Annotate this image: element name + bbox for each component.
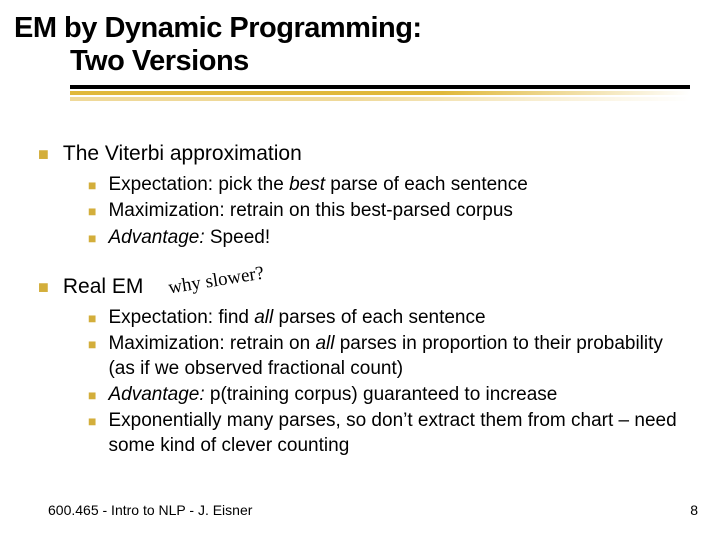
text-fragment: Expectation: find: [108, 307, 254, 328]
section2-sublist: ■ Expectation: find all parses of each s…: [38, 306, 690, 458]
bullet-icon: ■: [88, 306, 96, 330]
section1-heading-text: The Viterbi approximation: [63, 141, 302, 167]
item-text: Advantage: p(training corpus) guaranteed…: [108, 383, 690, 407]
text-emphasis: best: [289, 174, 325, 195]
section2-block: ■ Real EM why slower?: [38, 274, 690, 300]
section2-heading-text: Real EM: [63, 274, 144, 300]
list-item: ■ Advantage: Speed!: [88, 226, 690, 250]
item-text: Maximization: retrain on all parses in p…: [108, 332, 690, 381]
text-fragment: parse of each sentence: [325, 174, 528, 195]
text-fragment: p(training corpus) guaranteed to increas…: [205, 384, 558, 405]
slide-number: 8: [690, 502, 698, 518]
text-fragment: parses of each sentence: [273, 307, 485, 328]
list-item: ■ Maximization: retrain on this best-par…: [88, 199, 690, 223]
text-fragment: Speed!: [205, 227, 271, 248]
item-text: Maximization: retrain on this best-parse…: [108, 199, 690, 223]
section1-sublist: ■ Expectation: pick the best parse of ea…: [38, 173, 690, 250]
list-item: ■ Exponentially many parses, so don’t ex…: [88, 409, 690, 458]
bullet-icon: ■: [88, 173, 96, 197]
item-text: Expectation: find all parses of each sen…: [108, 306, 690, 330]
section1-heading: ■ The Viterbi approximation: [38, 141, 690, 167]
list-item: ■ Advantage: p(training corpus) guarante…: [88, 383, 690, 407]
item-text: Advantage: Speed!: [108, 226, 690, 250]
section2-heading: ■ Real EM: [38, 274, 690, 300]
bullet-icon: ■: [88, 409, 96, 433]
slide-title-line2: Two Versions: [14, 45, 720, 78]
list-item: ■ Expectation: pick the best parse of ea…: [88, 173, 690, 197]
item-text: Expectation: pick the best parse of each…: [108, 173, 690, 197]
item-text: Exponentially many parses, so don’t extr…: [108, 409, 690, 458]
slide-title-line1: EM by Dynamic Programming:: [14, 12, 720, 45]
text-emphasis: Advantage:: [108, 227, 204, 248]
bullet-icon: ■: [88, 332, 96, 356]
bullet-icon: ■: [38, 141, 49, 167]
text-emphasis: all: [254, 307, 273, 328]
text-emphasis: Advantage:: [108, 384, 204, 405]
footer-course-info: 600.465 - Intro to NLP - J. Eisner: [48, 502, 252, 518]
text-fragment: Expectation: pick the: [108, 174, 289, 195]
title-underline: [70, 85, 690, 103]
text-emphasis: all: [315, 333, 334, 354]
body: ■ The Viterbi approximation ■ Expectatio…: [0, 103, 720, 458]
text-fragment: Maximization: retrain on: [108, 333, 315, 354]
bullet-icon: ■: [38, 274, 49, 300]
title-block: EM by Dynamic Programming: Two Versions: [0, 0, 720, 79]
bullet-icon: ■: [88, 383, 96, 407]
list-item: ■ Expectation: find all parses of each s…: [88, 306, 690, 330]
list-item: ■ Maximization: retrain on all parses in…: [88, 332, 690, 381]
bullet-icon: ■: [88, 199, 96, 223]
bullet-icon: ■: [88, 226, 96, 250]
